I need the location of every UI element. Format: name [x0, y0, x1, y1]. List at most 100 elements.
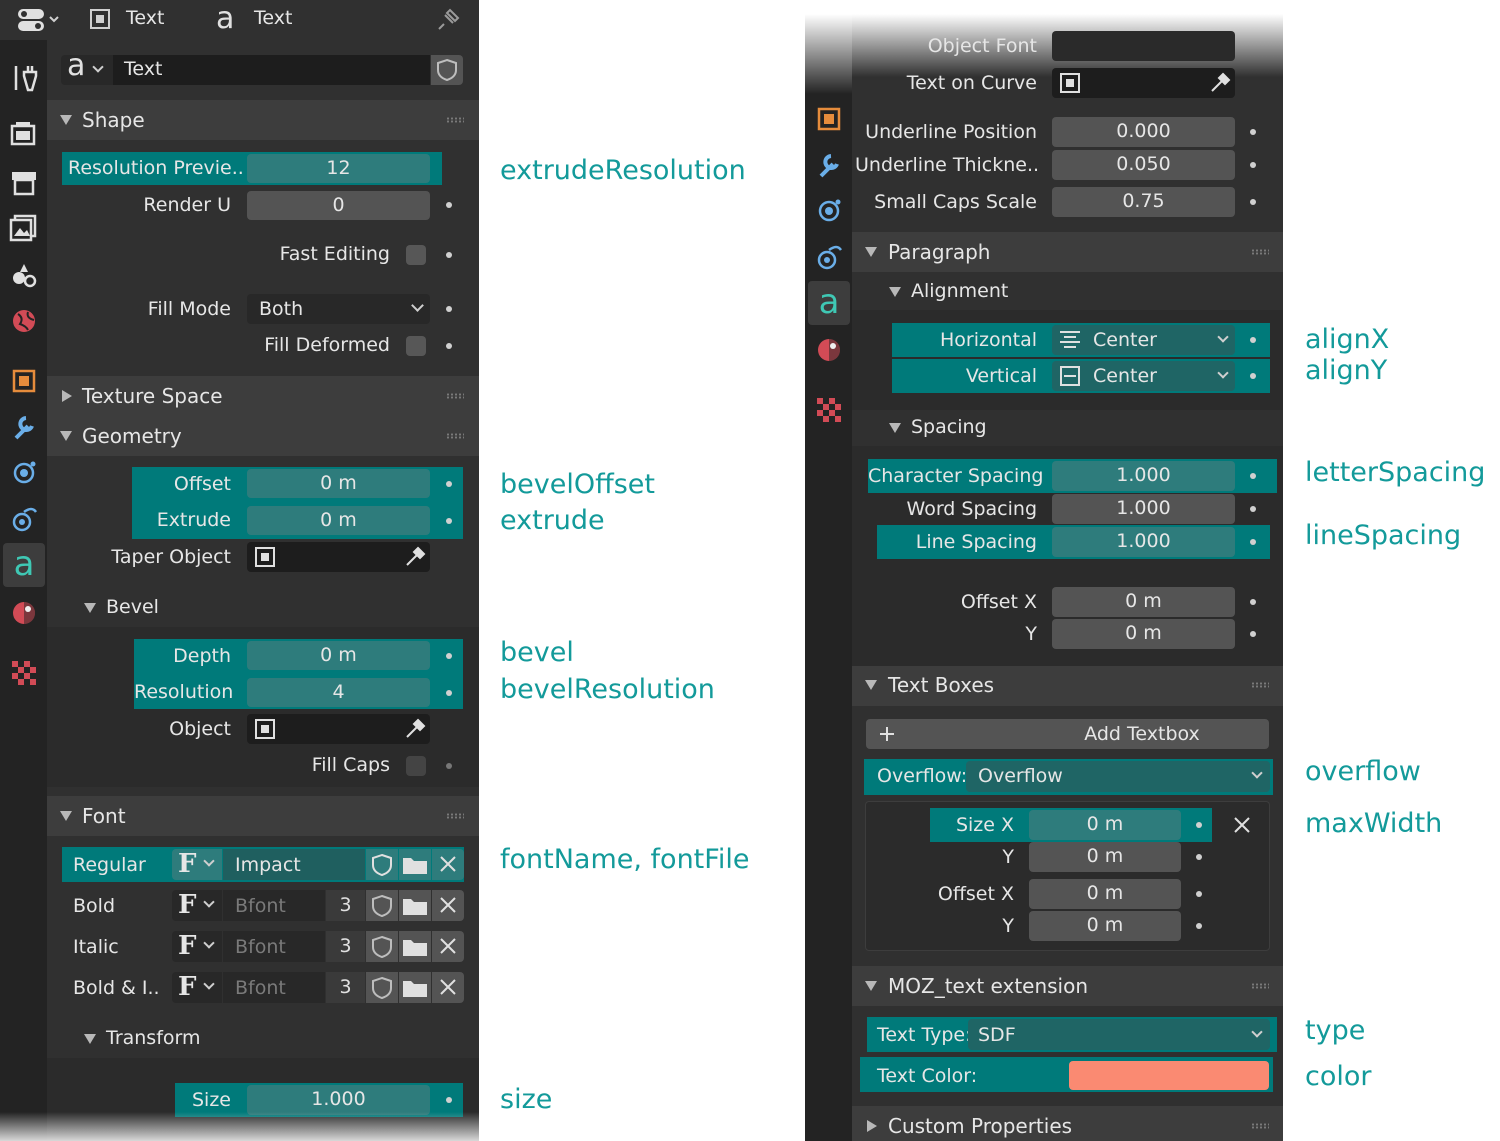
- output-tab-icon[interactable]: [6, 162, 42, 202]
- particles-tab-icon[interactable]: [811, 190, 847, 230]
- scene-tab-icon[interactable]: [6, 254, 42, 294]
- font-name-value: Impact: [235, 854, 301, 876]
- keyframe-dot-icon[interactable]: [446, 481, 452, 487]
- keyframe-dot-icon[interactable]: [1196, 822, 1202, 828]
- keyframe-dot-icon[interactable]: [446, 653, 452, 659]
- render-u-field[interactable]: 0: [247, 191, 430, 220]
- eyedropper-icon[interactable]: [1208, 71, 1232, 99]
- fake-user-shield-icon[interactable]: [366, 931, 398, 962]
- drag-grip-icon[interactable]: [1251, 249, 1269, 255]
- collapse-triangle-icon: [889, 423, 901, 433]
- user-count: 3: [326, 972, 365, 1003]
- datablock-type-selector[interactable]: a: [61, 51, 113, 85]
- keyframe-dot-icon[interactable]: [446, 1097, 452, 1103]
- texture-tab-icon[interactable]: [811, 389, 847, 429]
- underline-position-field[interactable]: 0.000: [1052, 117, 1235, 147]
- unlink-x-icon[interactable]: [432, 972, 464, 1003]
- box-offset-x-field[interactable]: 0 m: [1029, 879, 1181, 909]
- editor-type-icon[interactable]: [16, 6, 64, 34]
- modifier-tab-icon[interactable]: [811, 144, 847, 184]
- keyframe-dot-icon[interactable]: [1250, 599, 1256, 605]
- object-tab-icon[interactable]: [6, 360, 42, 400]
- material-tab-icon[interactable]: [6, 592, 42, 632]
- eyedropper-icon[interactable]: [403, 545, 427, 573]
- remove-textbox-x-icon[interactable]: [1233, 816, 1251, 838]
- drag-grip-icon[interactable]: [446, 393, 464, 399]
- unlink-x-icon[interactable]: [432, 890, 464, 921]
- offset-field[interactable]: 0 m: [247, 469, 430, 498]
- keyframe-dot-icon[interactable]: [446, 202, 452, 208]
- folder-icon[interactable]: [399, 972, 431, 1003]
- box-offset-y-field[interactable]: 0 m: [1029, 911, 1181, 941]
- keyframe-dot-icon[interactable]: [1196, 891, 1202, 897]
- fake-user-shield-icon[interactable]: [366, 849, 398, 880]
- keyframe-dot-icon[interactable]: [1250, 337, 1256, 343]
- world-tab-icon[interactable]: [6, 300, 42, 340]
- fast-editing-checkbox[interactable]: [406, 245, 426, 265]
- fake-user-shield-icon[interactable]: [431, 55, 463, 85]
- text-data-tab-icon[interactable]: a: [6, 544, 42, 584]
- drag-grip-icon[interactable]: [446, 813, 464, 819]
- pin-icon[interactable]: [436, 6, 462, 36]
- texture-tab-icon[interactable]: [6, 652, 42, 692]
- object-font-field[interactable]: [1052, 31, 1235, 61]
- size-y-field[interactable]: 0 m: [1029, 842, 1181, 872]
- bevel-subpanel-title: Bevel: [106, 596, 159, 618]
- bevel-resolution-field[interactable]: 4: [247, 678, 430, 707]
- unlink-x-icon[interactable]: [432, 931, 464, 962]
- unlink-x-icon[interactable]: [432, 849, 464, 880]
- drag-grip-icon[interactable]: [1251, 682, 1269, 688]
- keyframe-dot-icon[interactable]: [446, 252, 452, 258]
- tool-tab-icon[interactable]: [6, 56, 42, 96]
- fill-deformed-checkbox[interactable]: [406, 336, 426, 356]
- fake-user-shield-icon[interactable]: [366, 972, 398, 1003]
- add-textbox-label: Add Textbox: [1084, 723, 1200, 745]
- keyframe-dot-icon[interactable]: [1250, 539, 1256, 545]
- keyframe-dot-icon[interactable]: [1250, 473, 1256, 479]
- eyedropper-icon[interactable]: [403, 717, 427, 745]
- word-spacing-field[interactable]: 1.000: [1052, 494, 1235, 524]
- keyframe-dot-icon[interactable]: [1250, 506, 1256, 512]
- small-caps-field[interactable]: 0.75: [1052, 187, 1235, 217]
- keyframe-dot-icon[interactable]: [1250, 631, 1256, 637]
- keyframe-dot-icon[interactable]: [1250, 162, 1256, 168]
- underline-thickness-field[interactable]: 0.050: [1052, 150, 1235, 180]
- offset-x-field[interactable]: 0 m: [1052, 587, 1235, 617]
- drag-grip-icon[interactable]: [1251, 983, 1269, 989]
- keyframe-dot-icon[interactable]: [1250, 199, 1256, 205]
- physics-tab-icon[interactable]: [811, 236, 847, 276]
- offset-y-field[interactable]: 0 m: [1052, 619, 1235, 649]
- material-tab-icon[interactable]: [811, 329, 847, 369]
- drag-grip-icon[interactable]: [446, 433, 464, 439]
- text-color-swatch[interactable]: [1069, 1061, 1269, 1090]
- view-layer-tab-icon[interactable]: [6, 208, 42, 248]
- extrude-field[interactable]: 0 m: [247, 506, 430, 535]
- fake-user-shield-icon[interactable]: [366, 890, 398, 921]
- resolution-preview-field[interactable]: 12: [247, 154, 430, 183]
- bevel-depth-field[interactable]: 0 m: [247, 641, 430, 670]
- keyframe-dot-icon[interactable]: [1250, 373, 1256, 379]
- particles-tab-icon[interactable]: [6, 452, 42, 492]
- folder-icon[interactable]: [399, 849, 431, 880]
- offset-y-label: Y: [1025, 623, 1037, 645]
- render-tab-icon[interactable]: [6, 114, 42, 154]
- line-spacing-field[interactable]: 1.000: [1052, 527, 1235, 557]
- drag-grip-icon[interactable]: [446, 117, 464, 123]
- physics-tab-icon[interactable]: [6, 498, 42, 538]
- char-spacing-field[interactable]: 1.000: [1052, 461, 1235, 491]
- drag-grip-icon[interactable]: [1251, 1123, 1269, 1129]
- size-field[interactable]: 1.000: [247, 1085, 430, 1115]
- keyframe-dot-icon[interactable]: [446, 690, 452, 696]
- modifier-tab-icon[interactable]: [6, 406, 42, 446]
- keyframe-dot-icon[interactable]: [446, 518, 452, 524]
- text-data-tab-icon[interactable]: a: [811, 282, 847, 322]
- object-tab-icon[interactable]: [811, 98, 847, 138]
- keyframe-dot-icon[interactable]: [1196, 854, 1202, 860]
- folder-icon[interactable]: [399, 931, 431, 962]
- keyframe-dot-icon[interactable]: [1250, 129, 1256, 135]
- keyframe-dot-icon[interactable]: [1196, 923, 1202, 929]
- size-x-field[interactable]: 0 m: [1029, 810, 1181, 840]
- keyframe-dot-icon[interactable]: [446, 343, 452, 349]
- folder-icon[interactable]: [399, 890, 431, 921]
- keyframe-dot-icon[interactable]: [446, 306, 452, 312]
